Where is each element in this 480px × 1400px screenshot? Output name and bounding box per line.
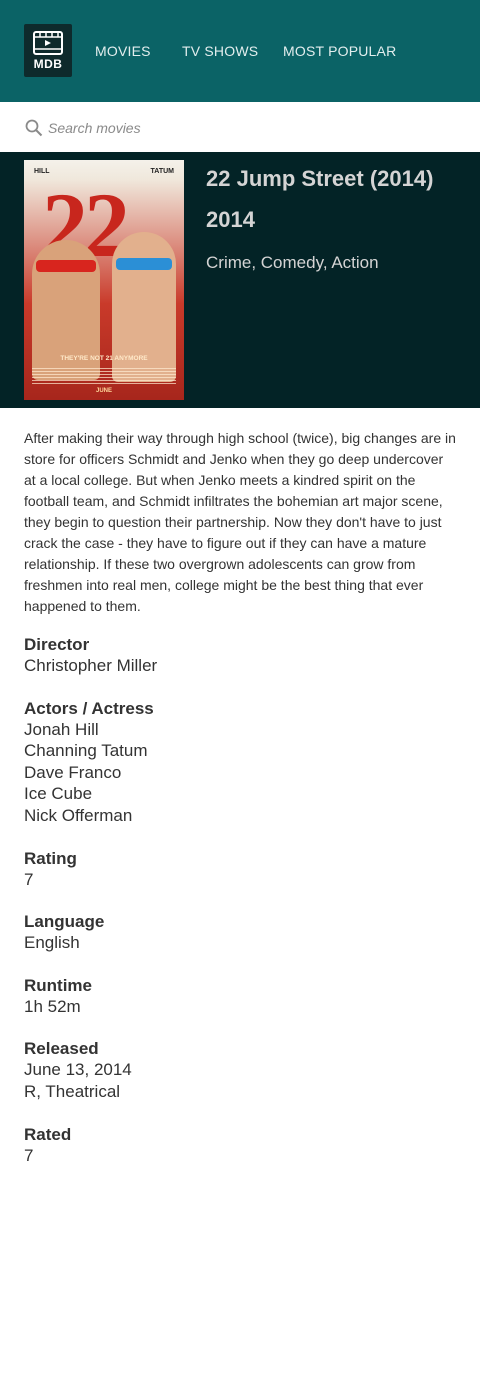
language-section: Language English xyxy=(24,911,454,954)
released-section: Released June 13, 2014 R, Theatrical xyxy=(24,1038,454,1102)
nav-most-popular[interactable]: MOST POPULAR xyxy=(283,43,396,59)
search-input[interactable] xyxy=(48,116,448,140)
actor-item: Channing Tatum xyxy=(24,741,148,761)
movie-overview: After making their way through high scho… xyxy=(24,430,456,614)
director-section: Director Christopher Miller xyxy=(24,634,454,677)
movie-title: 22 Jump Street (2014) xyxy=(206,166,434,191)
poster-tagline: THEY'RE NOT 21 ANYMORE xyxy=(60,355,148,362)
rating-section: Rating 7 xyxy=(24,848,454,891)
released-type: R, Theatrical xyxy=(24,1081,121,1101)
actor-item: Jonah Hill xyxy=(24,719,99,739)
director-value: Christopher Miller xyxy=(24,656,158,675)
poster-red-sunglasses xyxy=(36,260,96,272)
movie-poster[interactable]: HILL TATUM 22 THEY'RE NOT 21 ANYMORE JUN… xyxy=(24,160,184,400)
actor-item: Ice Cube xyxy=(24,784,93,804)
nav-movies[interactable]: MOVIES xyxy=(95,43,151,59)
language-label: Language xyxy=(24,912,105,932)
search-bar xyxy=(0,102,480,152)
film-icon xyxy=(33,31,63,55)
poster-credits-block xyxy=(32,368,176,386)
director-label: Director xyxy=(24,635,90,654)
search-icon[interactable] xyxy=(25,119,43,137)
runtime-label: Runtime xyxy=(24,975,92,995)
rated-label: Rated xyxy=(24,1124,72,1144)
rated-value: 7 xyxy=(24,1145,34,1165)
released-label: Released xyxy=(24,1039,99,1059)
rating-label: Rating xyxy=(24,848,77,868)
runtime-value: 1h 52m xyxy=(24,996,81,1016)
logo-text: MDB xyxy=(33,57,63,71)
poster-actor-right: TATUM xyxy=(150,168,174,175)
language-value: English xyxy=(24,933,80,953)
movie-hero: HILL TATUM 22 THEY'RE NOT 21 ANYMORE JUN… xyxy=(0,152,480,408)
runtime-section: Runtime 1h 52m xyxy=(24,975,454,1018)
released-date: June 13, 2014 xyxy=(24,1060,132,1080)
mdb-logo[interactable]: MDB xyxy=(24,24,72,77)
rating-value: 7 xyxy=(24,869,34,889)
actor-item: Dave Franco xyxy=(24,762,122,782)
actor-item: Nick Offerman xyxy=(24,805,133,825)
poster-release: JUNE xyxy=(95,388,112,394)
top-navigation-bar: MDB MOVIES TV SHOWS MOST POPULAR xyxy=(0,0,480,102)
movie-details: Director Christopher Miller Actors / Act… xyxy=(24,634,454,1187)
actors-section: Actors / Actress Jonah Hill Channing Tat… xyxy=(24,698,454,827)
movie-year: 2014 xyxy=(206,207,255,232)
actors-label: Actors / Actress xyxy=(24,698,154,718)
nav-tv-shows[interactable]: TV SHOWS xyxy=(182,43,258,59)
rated-section: Rated 7 xyxy=(24,1124,454,1167)
poster-blue-sunglasses xyxy=(116,258,172,270)
movie-genres: Crime, Comedy, Action xyxy=(206,253,379,272)
